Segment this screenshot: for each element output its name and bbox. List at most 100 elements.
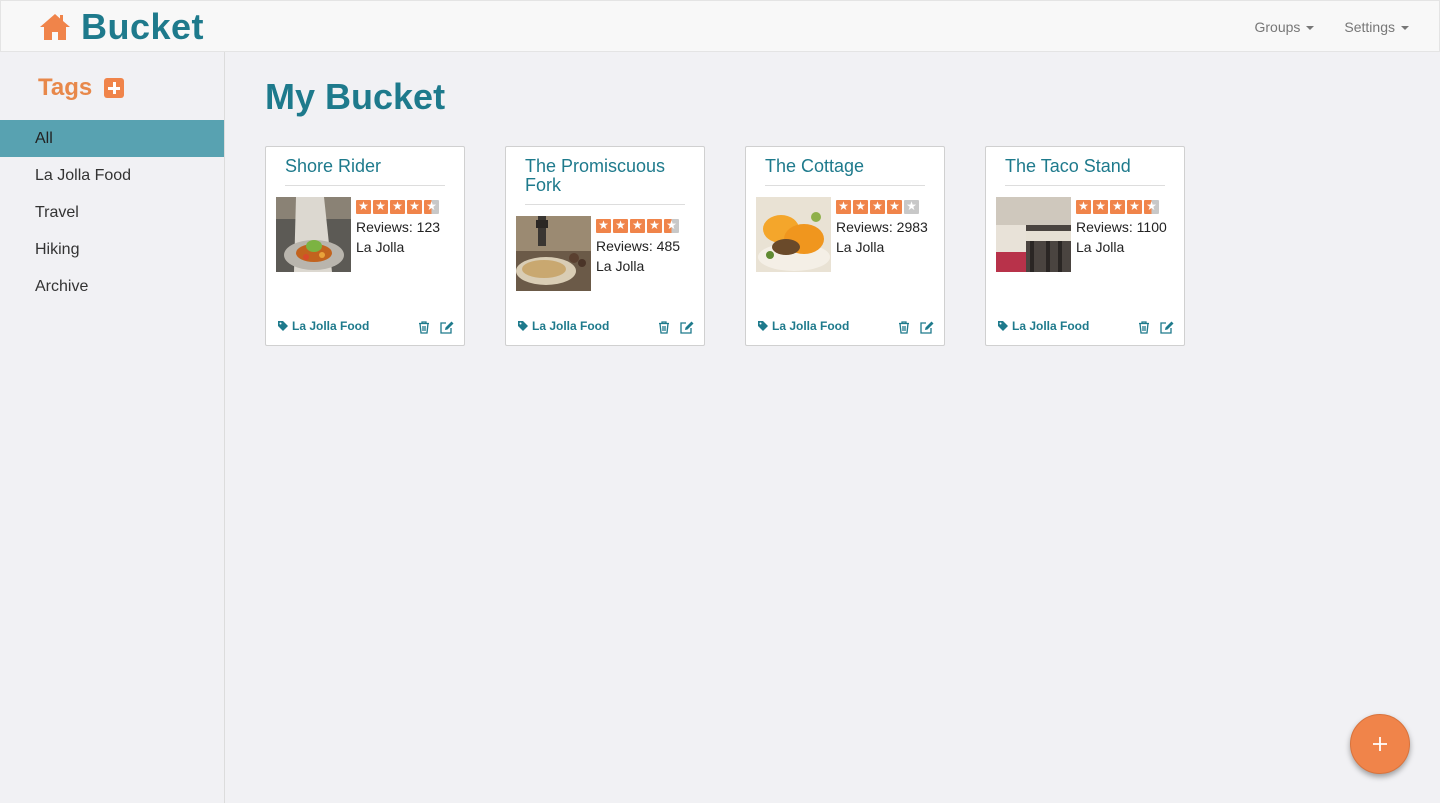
review-count: Reviews: 2983 bbox=[836, 219, 928, 235]
star-icon bbox=[1110, 199, 1125, 214]
star-empty-icon bbox=[904, 199, 919, 214]
edit-icon[interactable] bbox=[440, 321, 454, 334]
star-half-icon bbox=[664, 218, 679, 233]
tag-icon bbox=[518, 321, 528, 331]
brand-text: Bucket bbox=[81, 6, 205, 47]
tag-list: All La Jolla Food Travel Hiking Archive bbox=[0, 120, 224, 305]
card-tag-label: La Jolla Food bbox=[292, 319, 370, 333]
card-footer: La Jolla Food bbox=[758, 319, 934, 335]
card-photo bbox=[756, 197, 831, 272]
card-body: Reviews: 2983 La Jolla bbox=[756, 197, 928, 272]
caret-down-icon bbox=[1306, 26, 1315, 30]
card-actions bbox=[1138, 321, 1174, 334]
sidebar: Tags All La Jolla Food Travel Hiking Arc… bbox=[0, 52, 225, 803]
settings-menu[interactable]: Settings bbox=[1344, 19, 1409, 35]
add-item-button[interactable] bbox=[1350, 714, 1410, 774]
groups-menu-label: Groups bbox=[1254, 19, 1301, 35]
card-photo bbox=[276, 197, 351, 272]
bucket-card[interactable]: The Cottage Reviews: 2983 bbox=[745, 146, 945, 346]
review-count: Reviews: 485 bbox=[596, 238, 681, 254]
card-body: Reviews: 1100 La Jolla bbox=[996, 197, 1167, 272]
star-icon bbox=[613, 218, 628, 233]
trash-icon[interactable] bbox=[658, 321, 670, 334]
sidebar-item-travel[interactable]: Travel bbox=[0, 194, 224, 231]
card-info: Reviews: 1100 La Jolla bbox=[1076, 197, 1167, 272]
star-half-icon bbox=[1144, 199, 1159, 214]
bucket-card[interactable]: The Taco Stand Review bbox=[985, 146, 1185, 346]
card-info: Reviews: 2983 La Jolla bbox=[836, 197, 928, 272]
bucket-card[interactable]: The Promiscuous Fork ★ ★ ★ ★ ★ Reviews: … bbox=[505, 146, 705, 346]
tags-header: Tags bbox=[38, 74, 125, 102]
star-icon bbox=[853, 199, 868, 214]
card-tag[interactable]: La Jolla Food bbox=[278, 319, 369, 333]
sidebar-item-hiking[interactable]: Hiking bbox=[0, 231, 224, 268]
trash-icon[interactable] bbox=[418, 321, 430, 334]
star-rating bbox=[596, 218, 680, 233]
sidebar-item-all[interactable]: All bbox=[0, 120, 224, 157]
star-icon bbox=[647, 218, 662, 233]
star-icon bbox=[390, 199, 405, 214]
plus-icon bbox=[1373, 737, 1387, 751]
star-icon bbox=[836, 199, 851, 214]
card-actions bbox=[658, 321, 694, 334]
card-title[interactable]: The Taco Stand bbox=[1005, 157, 1165, 186]
navbar: Bucket Groups Settings bbox=[0, 0, 1440, 52]
star-icon bbox=[1093, 199, 1108, 214]
review-count: Reviews: 1100 bbox=[1076, 219, 1167, 235]
card-body: Reviews: 485 La Jolla bbox=[516, 216, 680, 291]
nav-menus: Groups Settings bbox=[1254, 1, 1409, 53]
card-info: Reviews: 485 La Jolla bbox=[596, 216, 680, 291]
location: La Jolla bbox=[836, 239, 885, 255]
card-tag-label: La Jolla Food bbox=[772, 319, 850, 333]
sidebar-item-archive[interactable]: Archive bbox=[0, 268, 224, 305]
card-actions bbox=[898, 321, 934, 334]
plus-square-icon[interactable] bbox=[104, 78, 125, 98]
card-footer: La Jolla Food bbox=[998, 319, 1174, 335]
star-icon bbox=[1076, 199, 1091, 214]
location: La Jolla bbox=[1076, 239, 1125, 255]
card-title[interactable]: Shore Rider bbox=[285, 157, 445, 186]
star-icon bbox=[630, 218, 645, 233]
card-tag-label: La Jolla Food bbox=[1012, 319, 1090, 333]
card-title[interactable]: The Cottage bbox=[765, 157, 925, 186]
card-actions bbox=[418, 321, 454, 334]
card-tag[interactable]: La Jolla Food bbox=[758, 319, 849, 333]
tag-icon bbox=[758, 321, 768, 331]
bucket-card[interactable]: Shore Rider Reviews: bbox=[265, 146, 465, 346]
card-tag[interactable]: La Jolla Food bbox=[998, 319, 1089, 333]
card-body: Reviews: 123 La Jolla bbox=[276, 197, 440, 272]
card-tag[interactable]: La Jolla Food bbox=[518, 319, 609, 333]
star-icon bbox=[407, 199, 422, 214]
star-icon bbox=[356, 199, 371, 214]
star-rating bbox=[356, 199, 440, 214]
card-tag-label: La Jolla Food bbox=[532, 319, 610, 333]
card-photo bbox=[996, 197, 1071, 272]
review-count: Reviews: 123 bbox=[356, 219, 441, 235]
star-rating bbox=[1076, 199, 1167, 214]
star-icon bbox=[887, 199, 902, 214]
star-rating bbox=[836, 199, 928, 214]
page-title: My Bucket bbox=[265, 76, 446, 117]
edit-icon[interactable] bbox=[1160, 321, 1174, 334]
card-footer: La Jolla Food bbox=[278, 319, 454, 335]
settings-menu-label: Settings bbox=[1344, 19, 1395, 35]
brand-link[interactable]: Bucket bbox=[39, 6, 205, 47]
location: La Jolla bbox=[596, 258, 645, 274]
tag-icon bbox=[998, 321, 1008, 331]
card-title[interactable]: The Promiscuous Fork bbox=[525, 157, 685, 205]
star-icon bbox=[596, 218, 611, 233]
card-photo bbox=[516, 216, 591, 291]
edit-icon[interactable] bbox=[920, 321, 934, 334]
trash-icon[interactable] bbox=[1138, 321, 1150, 334]
edit-icon[interactable] bbox=[680, 321, 694, 334]
trash-icon[interactable] bbox=[898, 321, 910, 334]
star-half-icon bbox=[424, 199, 439, 214]
sidebar-item-la-jolla-food[interactable]: La Jolla Food bbox=[0, 157, 224, 194]
tags-title: Tags bbox=[38, 74, 93, 101]
home-icon bbox=[39, 13, 71, 41]
card-info: Reviews: 123 La Jolla bbox=[356, 197, 440, 272]
groups-menu[interactable]: Groups bbox=[1254, 19, 1315, 35]
tag-icon bbox=[278, 321, 288, 331]
caret-down-icon bbox=[1401, 26, 1409, 30]
location: La Jolla bbox=[356, 239, 405, 255]
